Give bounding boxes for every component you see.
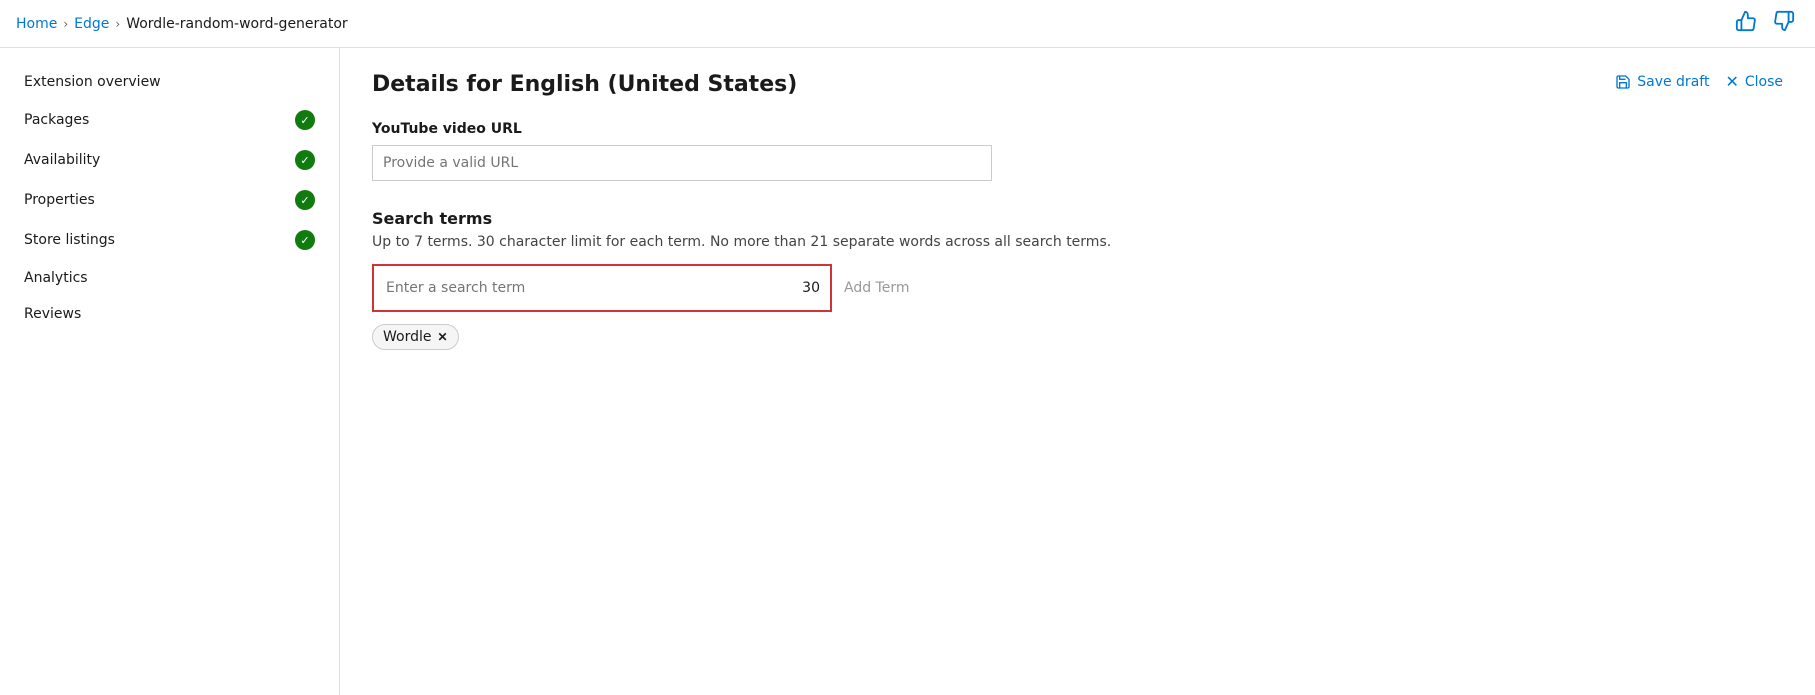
tag-wordle: Wordle ✕: [372, 324, 459, 350]
check-icon-properties: ✓: [295, 190, 315, 210]
youtube-url-input[interactable]: [372, 145, 992, 181]
main-layout: Extension overview Packages ✓ Availabili…: [0, 48, 1815, 695]
tag-label-wordle: Wordle: [383, 329, 432, 345]
content-header: Details for English (United States) Save…: [372, 72, 1783, 97]
check-icon-store-listings: ✓: [295, 230, 315, 250]
sidebar-label-store-listings: Store listings: [24, 232, 115, 248]
search-terms-section: Search terms Up to 7 terms. 30 character…: [372, 209, 1783, 350]
close-x-icon: ✕: [1725, 72, 1738, 91]
thumbs-down-button[interactable]: [1769, 6, 1799, 42]
sidebar-item-extension-overview[interactable]: Extension overview: [0, 64, 339, 100]
content-area: Details for English (United States) Save…: [340, 48, 1815, 695]
save-draft-label: Save draft: [1637, 74, 1709, 90]
search-term-input[interactable]: [374, 266, 830, 310]
breadcrumb-edge[interactable]: Edge: [74, 16, 109, 32]
check-icon-packages: ✓: [295, 110, 315, 130]
tags-container: Wordle ✕: [372, 324, 1783, 350]
header-actions: Save draft ✕ Close: [1615, 72, 1783, 91]
sidebar-label-reviews: Reviews: [24, 306, 81, 322]
sidebar-item-analytics[interactable]: Analytics: [0, 260, 339, 296]
breadcrumb-home[interactable]: Home: [16, 16, 57, 32]
breadcrumb: Home › Edge › Wordle-random-word-generat…: [16, 16, 348, 32]
sidebar-label-packages: Packages: [24, 112, 89, 128]
sidebar-item-store-listings[interactable]: Store listings ✓: [0, 220, 339, 260]
char-count: 30: [802, 280, 820, 296]
search-term-row: 30 Add Term: [372, 264, 1783, 312]
search-term-input-wrapper: 30: [372, 264, 832, 312]
close-label: Close: [1745, 74, 1783, 90]
breadcrumb-current: Wordle-random-word-generator: [126, 16, 347, 32]
search-terms-title: Search terms: [372, 209, 1783, 228]
breadcrumb-sep-2: ›: [115, 17, 120, 31]
close-button[interactable]: ✕ Close: [1725, 72, 1783, 91]
sidebar-item-availability[interactable]: Availability ✓: [0, 140, 339, 180]
sidebar-item-packages[interactable]: Packages ✓: [0, 100, 339, 140]
sidebar-label-analytics: Analytics: [24, 270, 88, 286]
sidebar-label-extension-overview: Extension overview: [24, 74, 161, 90]
top-icons: [1731, 6, 1799, 42]
page-title: Details for English (United States): [372, 72, 797, 97]
sidebar-label-properties: Properties: [24, 192, 95, 208]
breadcrumb-sep-1: ›: [63, 17, 68, 31]
sidebar: Extension overview Packages ✓ Availabili…: [0, 48, 340, 695]
check-icon-availability: ✓: [295, 150, 315, 170]
thumbs-up-button[interactable]: [1731, 6, 1761, 42]
sidebar-label-availability: Availability: [24, 152, 100, 168]
add-term-button[interactable]: Add Term: [844, 280, 910, 296]
save-icon: [1615, 74, 1631, 90]
save-draft-button[interactable]: Save draft: [1615, 74, 1709, 90]
youtube-url-label: YouTube video URL: [372, 121, 1783, 137]
breadcrumb-bar: Home › Edge › Wordle-random-word-generat…: [0, 0, 1815, 48]
tag-remove-wordle[interactable]: ✕: [438, 331, 448, 343]
sidebar-item-reviews[interactable]: Reviews: [0, 296, 339, 332]
sidebar-item-properties[interactable]: Properties ✓: [0, 180, 339, 220]
search-terms-description: Up to 7 terms. 30 character limit for ea…: [372, 234, 1783, 250]
